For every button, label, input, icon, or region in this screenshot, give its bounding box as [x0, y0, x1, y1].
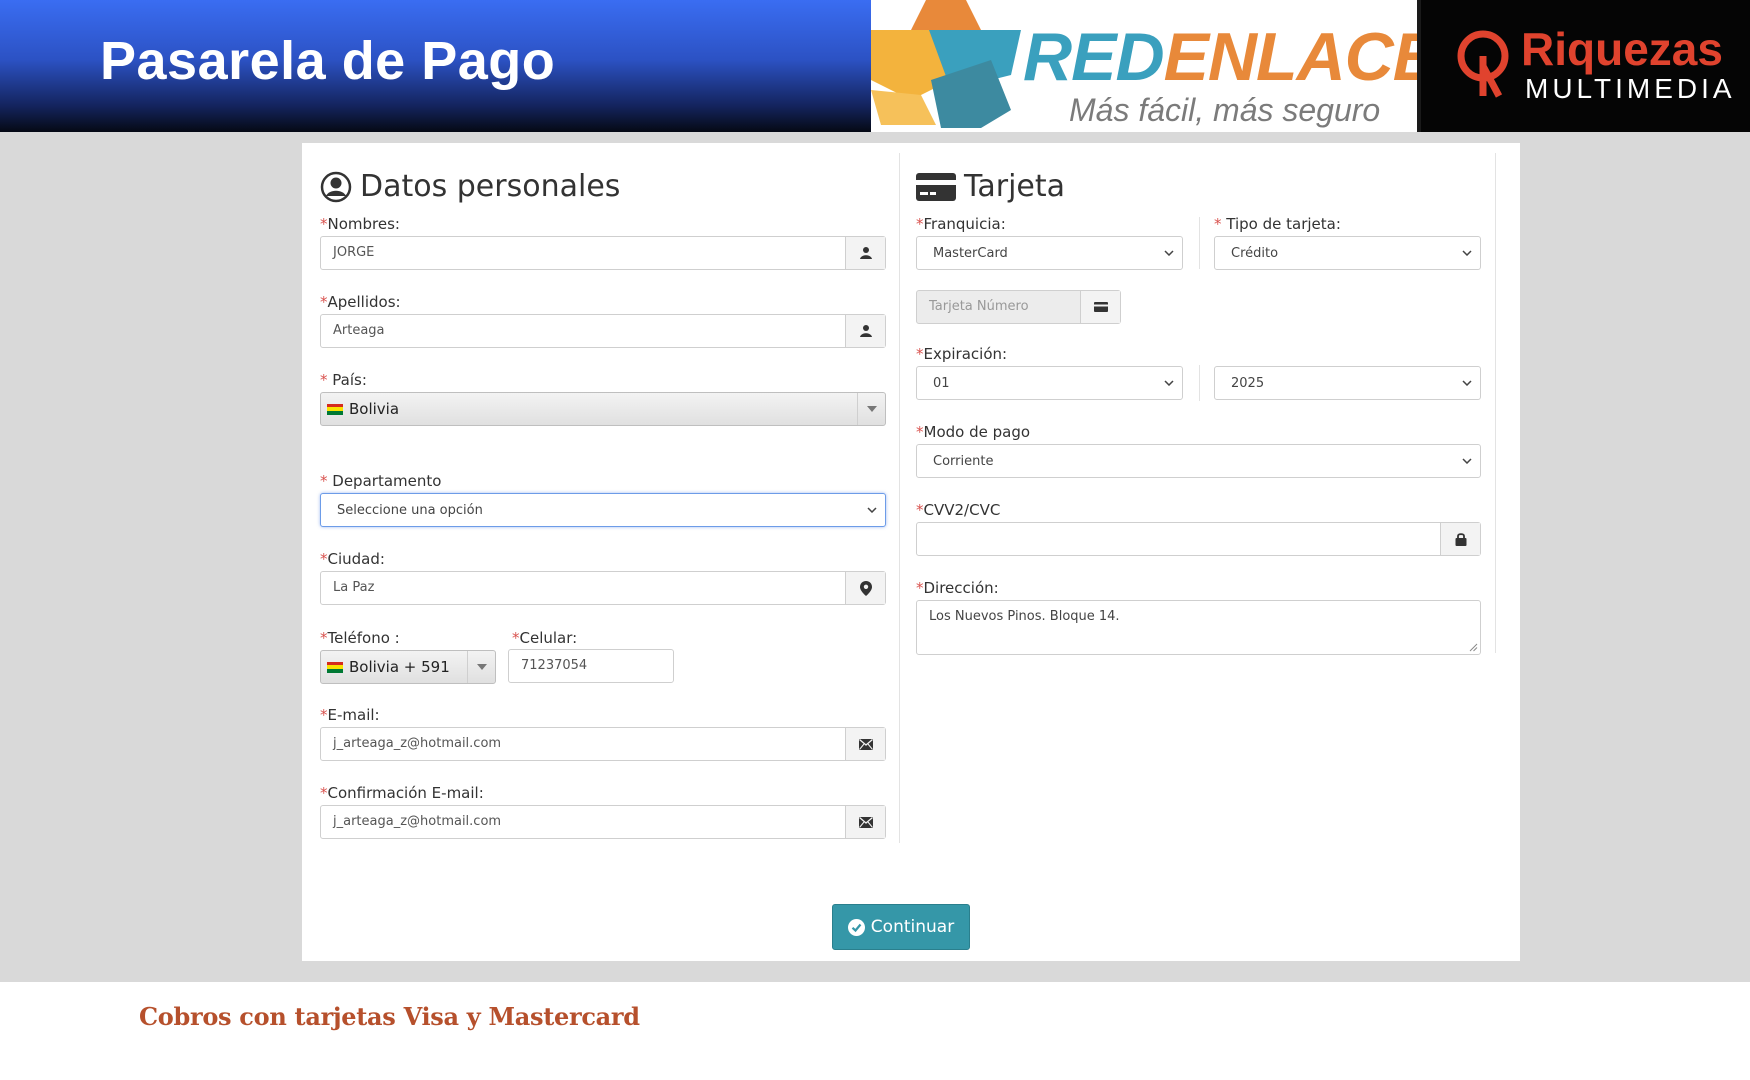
modo-value: Corriente: [933, 453, 994, 469]
email-confirm-field[interactable]: j_arteaga_z@hotmail.com: [320, 805, 886, 839]
tipo-select[interactable]: Crédito: [1214, 236, 1481, 270]
franquicia-label: *Franquicia:: [916, 215, 1006, 233]
continue-button[interactable]: Continuar: [832, 904, 970, 950]
ciudad-label: *Ciudad:: [320, 550, 385, 568]
riquezas-emblem-icon: [1457, 30, 1509, 98]
nombres-field[interactable]: JORGE: [320, 236, 886, 270]
nombres-value[interactable]: JORGE: [321, 237, 845, 269]
redenlace-logo: REDENLACE Más fácil, más seguro: [871, 0, 1417, 132]
direccion-textarea[interactable]: Los Nuevos Pinos. Bloque 14.: [916, 600, 1481, 655]
user-icon: [845, 315, 885, 347]
expiracion-anio-value: 2025: [1231, 375, 1265, 391]
redenlace-slogan: Más fácil, más seguro: [1069, 92, 1381, 128]
ciudad-value[interactable]: La Paz: [321, 572, 845, 604]
envelope-icon: [845, 728, 885, 760]
expiracion-label: *Expiración:: [916, 345, 1008, 363]
franquicia-select[interactable]: MasterCard: [916, 236, 1183, 270]
banner-title-area: Pasarela de Pago: [0, 0, 871, 132]
celular-value[interactable]: 71237054: [509, 650, 673, 682]
riquezas-subtitle: MULTIMEDIA: [1525, 73, 1736, 104]
chevron-down-icon: [1164, 248, 1174, 258]
personal-section-title: Datos personales: [320, 169, 620, 204]
tipo-label: * Tipo de tarjeta:: [1214, 215, 1341, 233]
telefono-label: *Teléfono :: [320, 629, 400, 647]
card-title-text: Tarjeta: [964, 169, 1066, 204]
email-confirm-value[interactable]: j_arteaga_z@hotmail.com: [321, 806, 845, 838]
user-icon: [845, 237, 885, 269]
card-section-title: Tarjeta: [916, 169, 1065, 204]
email-label: *E-mail:: [320, 706, 380, 724]
credit-card-icon: [1080, 291, 1120, 323]
apellidos-label: *Apellidos:: [320, 293, 401, 311]
riquezas-logo: Riquezas MULTIMEDIA: [1417, 0, 1750, 132]
departamento-value: Seleccione una opción: [337, 502, 483, 518]
card-number-field[interactable]: Tarjeta Número: [916, 290, 1121, 324]
departamento-select[interactable]: Seleccione una opción: [320, 493, 886, 527]
bolivia-flag-icon: [327, 403, 343, 415]
expiracion-mes-value: 01: [933, 375, 950, 391]
footer-caption: Cobros con tarjetas Visa y Mastercard: [139, 1002, 640, 1031]
column-divider: [899, 153, 900, 843]
apellidos-value[interactable]: Arteaga: [321, 315, 845, 347]
apellidos-field[interactable]: Arteaga: [320, 314, 886, 348]
chevron-down-icon: [867, 505, 877, 515]
celular-label: *Celular:: [512, 629, 578, 647]
modo-label: *Modo de pago: [916, 423, 1031, 441]
nombres-label: *Nombres:: [320, 215, 400, 233]
expiracion-mes-select[interactable]: 01: [916, 366, 1183, 400]
card-number-placeholder[interactable]: Tarjeta Número: [917, 291, 1080, 323]
direccion-label: *Dirección:: [916, 579, 999, 597]
departamento-label: * Departamento: [320, 472, 442, 490]
email-confirm-label: *Confirmación E-mail:: [320, 784, 484, 802]
telefono-country-select[interactable]: Bolivia + 591: [320, 650, 496, 684]
continue-label: Continuar: [870, 917, 955, 937]
cvv-label: *CVV2/CVC: [916, 501, 1001, 519]
header-banner: Pasarela de Pago REDENLACE Más fácil, má…: [0, 0, 1750, 132]
caret-down-icon: [857, 393, 885, 425]
direccion-value: Los Nuevos Pinos. Bloque 14.: [929, 609, 1120, 624]
modo-select[interactable]: Corriente: [916, 444, 1481, 478]
field-divider: [1199, 365, 1200, 401]
personal-title-text: Datos personales: [360, 169, 621, 204]
redenlace-emblem-icon: [871, 0, 1021, 128]
franquicia-value: MasterCard: [933, 245, 1008, 261]
cvv-value[interactable]: [917, 523, 1440, 555]
pais-value: Bolivia: [349, 400, 400, 418]
ciudad-field[interactable]: La Paz: [320, 571, 886, 605]
check-circle-icon: [847, 918, 865, 936]
column-divider-right: [1495, 153, 1496, 653]
pais-select[interactable]: Bolivia: [320, 392, 886, 426]
chevron-down-icon: [1462, 456, 1472, 466]
map-marker-icon: [845, 572, 885, 604]
tipo-value: Crédito: [1231, 245, 1279, 261]
redenlace-wordmark: REDENLACE: [1023, 19, 1417, 95]
credit-card-icon: [916, 172, 956, 201]
email-field[interactable]: j_arteaga_z@hotmail.com: [320, 727, 886, 761]
pais-label: * País:: [320, 371, 367, 389]
envelope-icon: [845, 806, 885, 838]
telefono-value: Bolivia + 591: [349, 658, 450, 676]
field-divider: [1199, 217, 1200, 269]
resize-handle-icon[interactable]: [1469, 643, 1478, 652]
bolivia-flag-icon: [327, 661, 343, 673]
chevron-down-icon: [1462, 378, 1472, 388]
celular-field[interactable]: 71237054: [508, 649, 674, 683]
lock-icon: [1440, 523, 1480, 555]
payment-form-card: Datos personales *Nombres: JORGE *Apelli…: [302, 143, 1520, 961]
cvv-field[interactable]: [916, 522, 1481, 556]
riquezas-wordmark: Riquezas: [1521, 23, 1723, 75]
caret-down-icon: [467, 651, 495, 683]
page-title: Pasarela de Pago: [100, 31, 556, 91]
user-circle-icon: [320, 171, 352, 202]
chevron-down-icon: [1462, 248, 1472, 258]
expiracion-anio-select[interactable]: 2025: [1214, 366, 1481, 400]
chevron-down-icon: [1164, 378, 1174, 388]
email-value[interactable]: j_arteaga_z@hotmail.com: [321, 728, 845, 760]
